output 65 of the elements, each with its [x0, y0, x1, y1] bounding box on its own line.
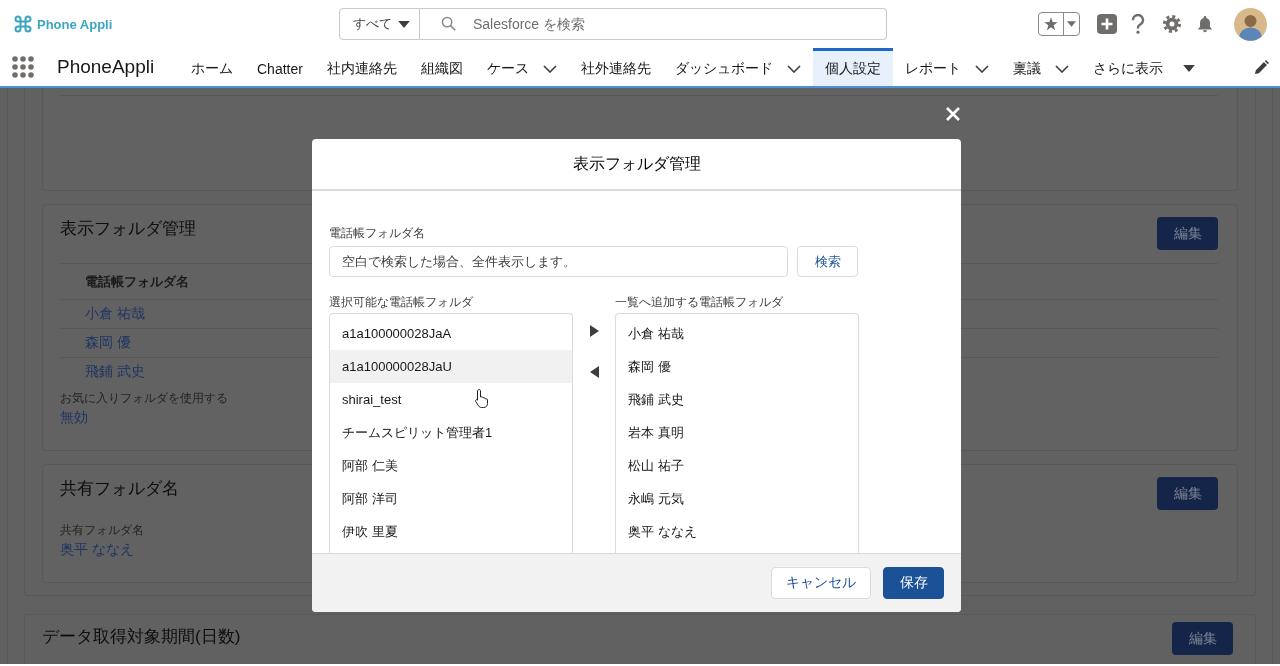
nav-tab[interactable]: Chatter [245, 48, 315, 86]
edit-button[interactable]: 編集 [1157, 477, 1218, 510]
nav-tab[interactable]: ホーム [179, 48, 245, 86]
nav-tab[interactable]: ケース [474, 48, 569, 86]
chevron-down-icon[interactable] [1054, 64, 1069, 73]
list-option[interactable]: 岩本 真明 [616, 416, 858, 449]
avatar-silhouette-icon[interactable] [1234, 7, 1267, 41]
list-option[interactable]: 奥平 ななえ [616, 515, 858, 548]
search-button[interactable]: 検索 [797, 246, 858, 277]
caret-down-icon[interactable] [1182, 65, 1195, 72]
list-option[interactable]: 飛鋪 武史 [616, 383, 858, 416]
bell-icon[interactable] [1196, 15, 1214, 33]
list-option[interactable]: 伊吹 里夏 [330, 515, 572, 548]
nav-tab[interactable]: さらに表示 [1080, 48, 1207, 86]
logo-icon[interactable] [13, 14, 33, 34]
cancel-button[interactable]: キャンセル [771, 567, 871, 599]
section-title: 共有フォルダ名 [60, 478, 179, 500]
star-icon[interactable] [1044, 17, 1058, 31]
list-label: 選択可能な電話帳フォルダ [329, 295, 473, 309]
section-title: 表示フォルダ管理 [60, 218, 196, 240]
list-label: 一覧へ追加する電話帳フォルダ [615, 295, 783, 309]
caret-down-icon[interactable] [398, 20, 410, 28]
list-option[interactable]: shirai_test [330, 383, 572, 416]
app-name: PhoneAppli [57, 56, 155, 78]
app-launcher-icon[interactable] [12, 56, 34, 78]
list-option[interactable]: a1a100000028JaU [330, 350, 572, 383]
list-option[interactable]: 森岡 優 [616, 350, 858, 383]
search-scope-dropdown[interactable]: すべて [339, 8, 420, 40]
gear-icon[interactable] [1163, 15, 1181, 33]
favorites-button[interactable] [1038, 12, 1080, 36]
list-option[interactable]: 阿部 仁美 [330, 449, 572, 482]
folder-name-field[interactable]: 空白で検索した場合、全件表示します。 [329, 246, 788, 277]
edit-button[interactable]: 編集 [1172, 622, 1233, 655]
nav-tab[interactable]: レポート [892, 48, 1001, 86]
pencil-icon[interactable] [1254, 59, 1269, 75]
chevron-down-icon[interactable] [542, 64, 557, 73]
search-icon [441, 16, 456, 31]
edit-button[interactable]: 編集 [1157, 217, 1218, 250]
triangle-right-icon[interactable] [589, 325, 599, 337]
close-icon[interactable] [945, 106, 961, 122]
help-icon[interactable] [1131, 14, 1145, 34]
list-option[interactable]: 小倉 祐哉 [616, 317, 858, 350]
search-field[interactable]: Salesforce を検索 [420, 8, 887, 40]
column-header: 電話帳フォルダ名 [85, 272, 189, 291]
chevron-down-icon[interactable] [974, 64, 989, 73]
nav-tab[interactable]: 社外連絡先 [568, 48, 663, 86]
nav-tab[interactable]: 稟議 [1000, 48, 1081, 86]
save-button[interactable]: 保存 [883, 567, 944, 599]
list-option[interactable]: チームスピリット管理者1 [330, 416, 572, 449]
list-option[interactable]: 阿部 洋司 [330, 482, 572, 515]
field-label: 電話帳フォルダ名 [329, 226, 425, 240]
caret-down-icon[interactable] [1067, 21, 1076, 27]
modal-title: 表示フォルダ管理 [572, 153, 701, 174]
nav-tab[interactable]: 社内連絡先 [314, 48, 409, 86]
nav-tab[interactable]: ダッシュボード [662, 48, 813, 86]
section-title: データ取得対象期間(日数) [42, 626, 241, 648]
hand-cursor-icon [474, 388, 490, 408]
list-option[interactable]: 松山 祐子 [616, 449, 858, 482]
list-option[interactable]: 永嶋 元気 [616, 482, 858, 515]
list-option[interactable]: a1a100000028JaA [330, 317, 572, 350]
nav-tab[interactable]: 組織図 [408, 48, 475, 86]
nav-tab[interactable]: 個人設定 [812, 48, 893, 86]
plus-icon[interactable] [1097, 14, 1117, 34]
chevron-down-icon[interactable] [786, 64, 801, 73]
triangle-left-icon[interactable] [589, 366, 599, 378]
